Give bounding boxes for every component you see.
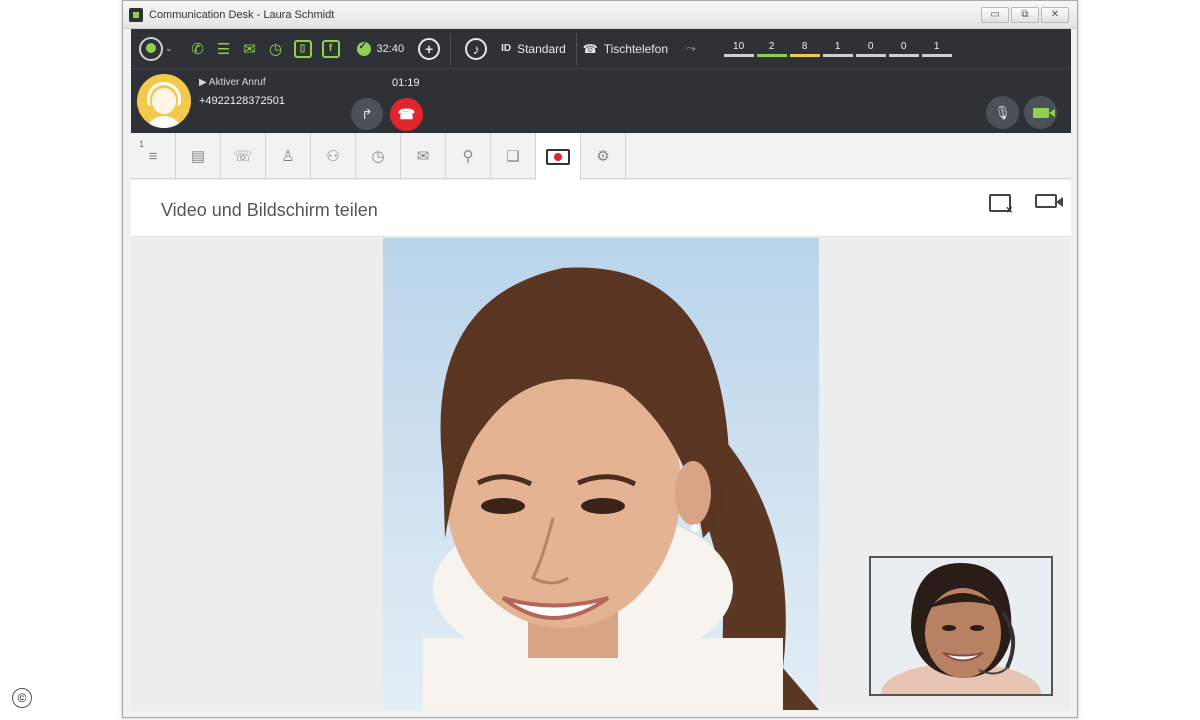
tab-calls[interactable]: ☏ <box>221 133 266 179</box>
counter-item[interactable]: 0 <box>888 41 919 57</box>
chevron-down-icon[interactable]: ⌄ <box>165 43 173 54</box>
minimize-button[interactable]: ▭ <box>981 6 1009 23</box>
counter-item[interactable]: 10 <box>723 41 754 57</box>
call-duration: 01:19 <box>392 77 420 89</box>
tab-queue[interactable]: 1 ≡ <box>131 133 176 179</box>
app-window: Communication Desk - Laura Schmidt ▭ ⧉ ✕… <box>122 0 1078 718</box>
divider <box>575 32 577 65</box>
close-button[interactable]: ✕ <box>1041 6 1069 23</box>
app-logo-icon <box>129 7 143 22</box>
title-bar: Communication Desk - Laura Schmidt ▭ ⧉ ✕ <box>123 1 1077 29</box>
mail-icon: ✉ <box>416 148 430 165</box>
active-call-label: ▶ Aktiver Anruf <box>199 77 266 88</box>
video-screen-icon <box>546 148 570 165</box>
copyright-badge: © <box>12 688 32 708</box>
chat-channel-icon[interactable]: ☰ <box>211 36 237 62</box>
remote-video <box>383 238 819 710</box>
self-video-image <box>871 558 1051 694</box>
hangup-button[interactable]: ☎ <box>390 98 423 131</box>
presence-headset-icon[interactable] <box>139 36 163 61</box>
avatar <box>137 74 191 128</box>
tab-phonebook[interactable]: ▤ <box>176 133 221 179</box>
add-button[interactable]: + <box>418 37 441 60</box>
fax-channel-icon[interactable]: ▯ <box>293 39 312 58</box>
counter-item[interactable]: 1 <box>822 41 853 57</box>
call-control-bar: ⌄ ✆ ☰ ✉ ◷ ▯ f 32:40 + ♪ ID Standard ☎ Ti… <box>131 29 1071 133</box>
page-title: Video und Bildschirm teilen <box>161 200 378 220</box>
caller-number: +4922128372501 <box>199 95 285 107</box>
window-title-user: Laura Schmidt <box>263 8 335 21</box>
toolbar-row: ⌄ ✆ ☰ ✉ ◷ ▯ f 32:40 + ♪ ID Standard ☎ Ti… <box>131 29 1071 69</box>
phone-circle-icon[interactable]: ♪ <box>465 37 488 60</box>
list-icon: ≡ <box>148 147 158 165</box>
queue-counters: 10 2 8 1 0 0 1 <box>723 41 952 57</box>
tab-chat[interactable]: ❏ <box>491 133 536 179</box>
call-forward-icon[interactable]: ⤳ <box>686 41 696 56</box>
tab-queue-badge: 1 <box>139 139 145 149</box>
device-phone-icon: ☎ <box>582 41 598 56</box>
active-call-row: ▶ Aktiver Anruf +4922128372501 01:19 ↱ ☎… <box>131 69 1071 133</box>
device-selector[interactable]: Tischtelefon <box>604 42 668 56</box>
remote-video-image <box>383 238 819 710</box>
search-icon: ⚲ <box>462 148 474 165</box>
phone-icon: ☏ <box>233 148 253 165</box>
status-timer: 32:40 <box>376 42 405 55</box>
tab-bar: 1 ≡ ▤ ☏ ♙ ⚇ ◷ ✉ ⚲ ❏ ⚙ <box>131 133 1071 180</box>
window-controls: ▭ ⧉ ✕ <box>981 6 1069 23</box>
clock-icon: ◷ <box>371 148 385 165</box>
tab-video[interactable] <box>536 133 581 180</box>
group-icon: ⚇ <box>326 148 340 165</box>
tab-search[interactable]: ⚲ <box>446 133 491 179</box>
tab-team[interactable]: ⚇ <box>311 133 356 179</box>
tab-contact[interactable]: ♙ <box>266 133 311 179</box>
counter-item[interactable]: 1 <box>921 41 952 57</box>
phonebook-icon: ▤ <box>190 148 206 165</box>
counter-item[interactable]: 0 <box>855 41 886 57</box>
microphone-button[interactable]: 🎙 <box>986 96 1019 129</box>
video-toggle-icon[interactable] <box>1035 194 1063 208</box>
tab-mail[interactable]: ✉ <box>401 133 446 179</box>
content-header: Video und Bildschirm teilen ✕ <box>131 180 1071 237</box>
email-channel-icon[interactable]: ✉ <box>237 36 263 62</box>
chat-icon: ❏ <box>506 148 520 165</box>
status-ok-icon <box>356 41 371 56</box>
video-camera-icon <box>1032 107 1055 118</box>
video-camera-button[interactable] <box>1024 96 1057 129</box>
tab-history[interactable]: ◷ <box>356 133 401 179</box>
counter-item[interactable]: 8 <box>789 41 820 57</box>
counter-item[interactable]: 2 <box>756 41 787 57</box>
stop-screen-share-icon[interactable]: ✕ <box>989 194 1013 215</box>
clock-channel-icon[interactable]: ◷ <box>263 36 289 62</box>
divider <box>450 32 452 65</box>
gear-icon: ⚙ <box>596 148 610 165</box>
user-icon: ♙ <box>281 148 295 165</box>
tab-settings[interactable]: ⚙ <box>581 133 626 179</box>
window-title: Communication Desk - Laura Schmidt <box>149 8 335 21</box>
self-video-preview[interactable] <box>869 556 1053 696</box>
transfer-button[interactable]: ↱ <box>351 98 383 130</box>
maximize-button[interactable]: ⧉ <box>1011 6 1039 23</box>
phone-channel-icon[interactable]: ✆ <box>185 36 211 62</box>
facebook-channel-icon[interactable]: f <box>321 39 340 58</box>
video-area <box>131 238 1071 710</box>
id-label: ID <box>501 43 512 54</box>
caller-id-profile[interactable]: Standard <box>517 42 566 56</box>
